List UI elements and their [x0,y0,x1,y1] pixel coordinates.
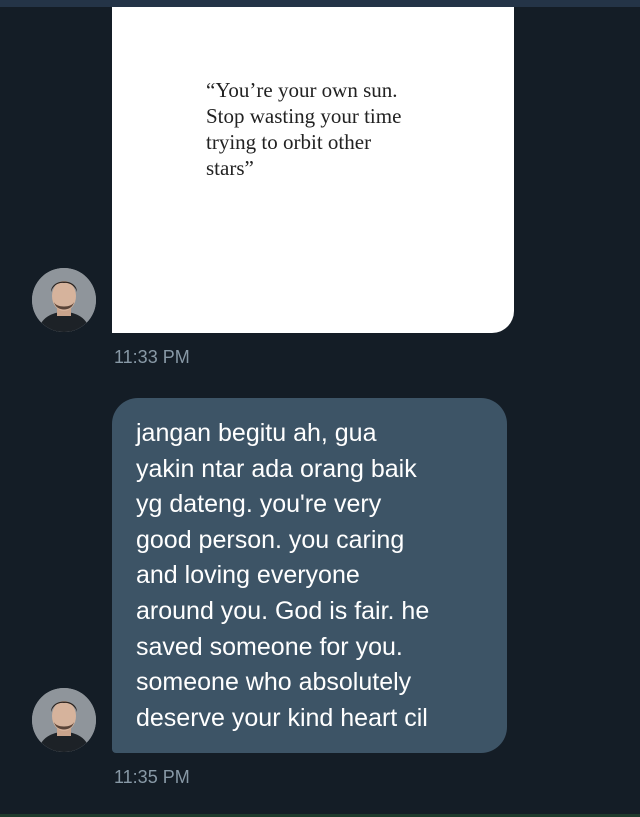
avatar[interactable] [32,268,96,332]
avatar-photo-icon [32,688,96,752]
message-text: jangan begitu ah, gua yakin ntar ada ora… [136,419,430,732]
message-timestamp: 11:35 PM [114,767,190,787]
image-quote-text: “You’re your own sun. Stop wasting your … [206,78,402,180]
message-image[interactable]: “You’re your own sun. Stop wasting your … [112,7,514,333]
message-bubble[interactable]: jangan begitu ah, gua yakin ntar ada ora… [112,398,507,753]
avatar[interactable] [32,688,96,752]
message-timestamp: 11:33 PM [114,347,190,367]
top-divider [0,0,640,7]
avatar-photo-icon [32,268,96,332]
